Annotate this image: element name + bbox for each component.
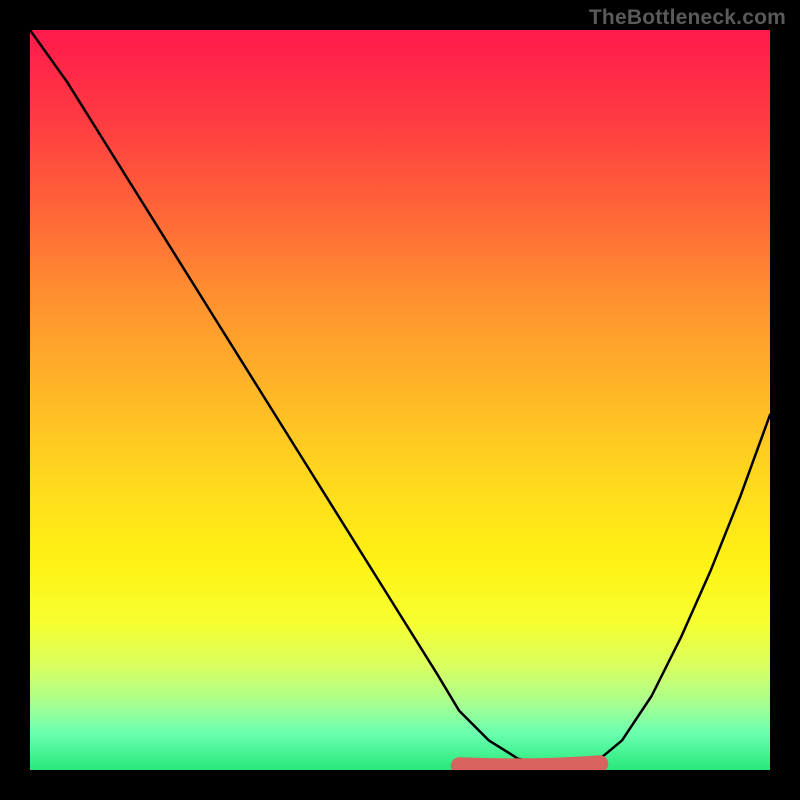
attribution-text: TheBottleneck.com [589, 6, 786, 30]
optimal-range-highlight [459, 764, 600, 767]
chart-plot-area [30, 30, 770, 770]
bottleneck-curve-line [30, 30, 770, 765]
chart-overlay-svg [30, 30, 770, 770]
